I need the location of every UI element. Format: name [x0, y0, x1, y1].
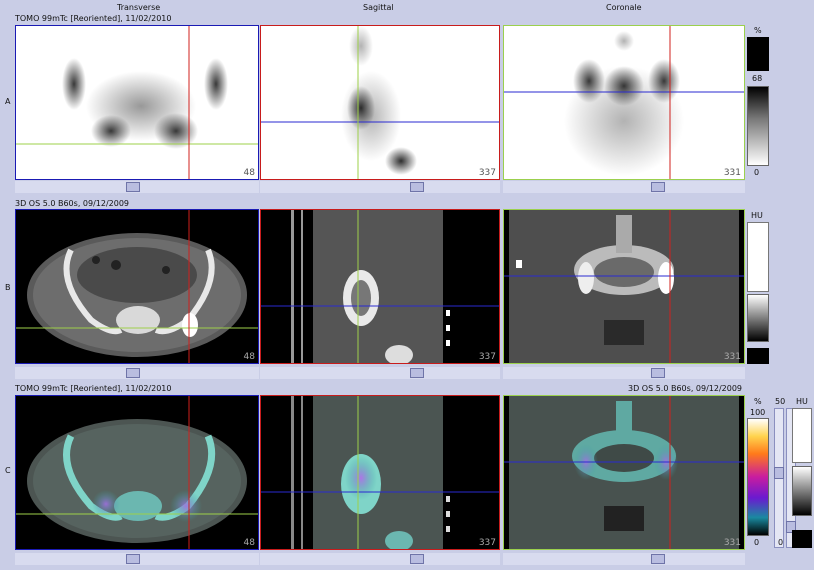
viewport-b-coronal[interactable]: 331 — [503, 209, 745, 364]
slice-number: 331 — [723, 538, 741, 548]
uptake-sacroiliac — [347, 86, 375, 130]
threshold-slider-thumb[interactable] — [774, 467, 784, 479]
threshold-slider[interactable] — [774, 408, 784, 548]
scale-c-threshold: 50 — [775, 397, 786, 406]
slice-number: 331 — [723, 352, 741, 362]
slice-number: 331 — [723, 168, 741, 178]
slice-number: 337 — [478, 352, 496, 362]
row-c-header-left: TOMO 99mTc [Reoriented], 11/02/2010 — [15, 384, 172, 393]
slice-number: 337 — [478, 168, 496, 178]
slider-thumb[interactable] — [651, 368, 665, 378]
scale-c-hu-bottom-block — [792, 530, 812, 548]
scale-a-max: 68 — [752, 74, 763, 83]
scale-c-hu-gradient[interactable] — [792, 466, 812, 516]
slider-thumb[interactable] — [410, 554, 424, 564]
viewport-b-transverse[interactable]: 48 — [15, 209, 259, 364]
fusion-hotspot — [170, 490, 202, 522]
uptake-right-iliac — [204, 58, 228, 110]
scale-b-unit: HU — [751, 211, 763, 220]
uptake-left-iliac — [62, 58, 86, 110]
scale-c-hu-unit: HU — [796, 397, 808, 406]
column-title-sagittal: Sagittal — [363, 3, 394, 12]
slider-c-coronal[interactable] — [503, 553, 745, 565]
slider-a-coronal[interactable] — [503, 181, 745, 193]
slider-c-transverse[interactable] — [15, 553, 259, 565]
ct-spine — [616, 215, 632, 253]
slider-thumb[interactable] — [410, 368, 424, 378]
slider-thumb[interactable] — [126, 554, 140, 564]
slice-number: 337 — [478, 538, 496, 548]
scale-a-min: 0 — [754, 168, 760, 177]
slider-thumb[interactable] — [126, 368, 140, 378]
viewport-c-coronal[interactable]: 331 — [503, 395, 745, 550]
uptake-sacrum — [604, 66, 644, 106]
scale-b-gradient[interactable] — [747, 294, 769, 342]
scale-c-unit: % — [754, 397, 762, 406]
ct-soft-tissue — [313, 210, 443, 363]
ct-sacrum — [116, 306, 160, 334]
slider-b-transverse[interactable] — [15, 367, 259, 379]
slider-thumb[interactable] — [651, 182, 665, 192]
scale-c-max: 100 — [750, 408, 766, 417]
viewport-c-transverse[interactable]: 48 — [15, 395, 259, 550]
scale-c-hu-top-block — [792, 408, 812, 463]
slider-a-sagittal[interactable] — [260, 181, 500, 193]
scale-a-top-block — [747, 37, 769, 71]
slider-thumb[interactable] — [410, 182, 424, 192]
scale-c-color-gradient[interactable] — [747, 418, 769, 536]
scale-a-unit: % — [754, 26, 762, 35]
slice-number: 48 — [243, 538, 255, 548]
slider-b-coronal[interactable] — [503, 367, 745, 379]
column-title-coronal: Coronale — [606, 3, 642, 12]
row-label-c: C — [5, 466, 11, 475]
scale-c-min: 0 — [754, 538, 760, 547]
slider-a-transverse[interactable] — [15, 181, 259, 193]
scale-b-top-block — [747, 222, 769, 292]
row-a-header: TOMO 99mTc [Reoriented], 11/02/2010 — [15, 14, 172, 23]
slider-thumb[interactable] — [126, 182, 140, 192]
slider-b-sagittal[interactable] — [260, 367, 500, 379]
slider-c-sagittal[interactable] — [260, 553, 500, 565]
slice-number: 48 — [243, 352, 255, 362]
viewport-c-sagittal[interactable]: 337 — [260, 395, 500, 550]
row-b-header: 3D OS 5.0 B60s, 09/12/2009 — [15, 199, 130, 208]
column-title-transverse: Transverse — [117, 3, 161, 12]
slice-number: 48 — [243, 168, 255, 178]
fusion-hotspot — [345, 456, 377, 500]
scale-a-gradient[interactable] — [747, 86, 769, 166]
viewport-a-sagittal[interactable]: 337 — [260, 25, 500, 180]
viewport-a-coronal[interactable]: 331 — [503, 25, 745, 180]
viewport-a-transverse[interactable]: 48 — [15, 25, 259, 180]
row-c-header-right: 3D OS 5.0 B60s, 09/12/2009 — [628, 384, 743, 393]
scale-c-hu-min: 0 — [778, 538, 784, 547]
row-label-b: B — [5, 283, 11, 292]
row-label-a: A — [5, 97, 11, 106]
viewport-b-sagittal[interactable]: 337 — [260, 209, 500, 364]
scale-b-bottom-block — [747, 348, 769, 364]
slider-thumb[interactable] — [651, 554, 665, 564]
